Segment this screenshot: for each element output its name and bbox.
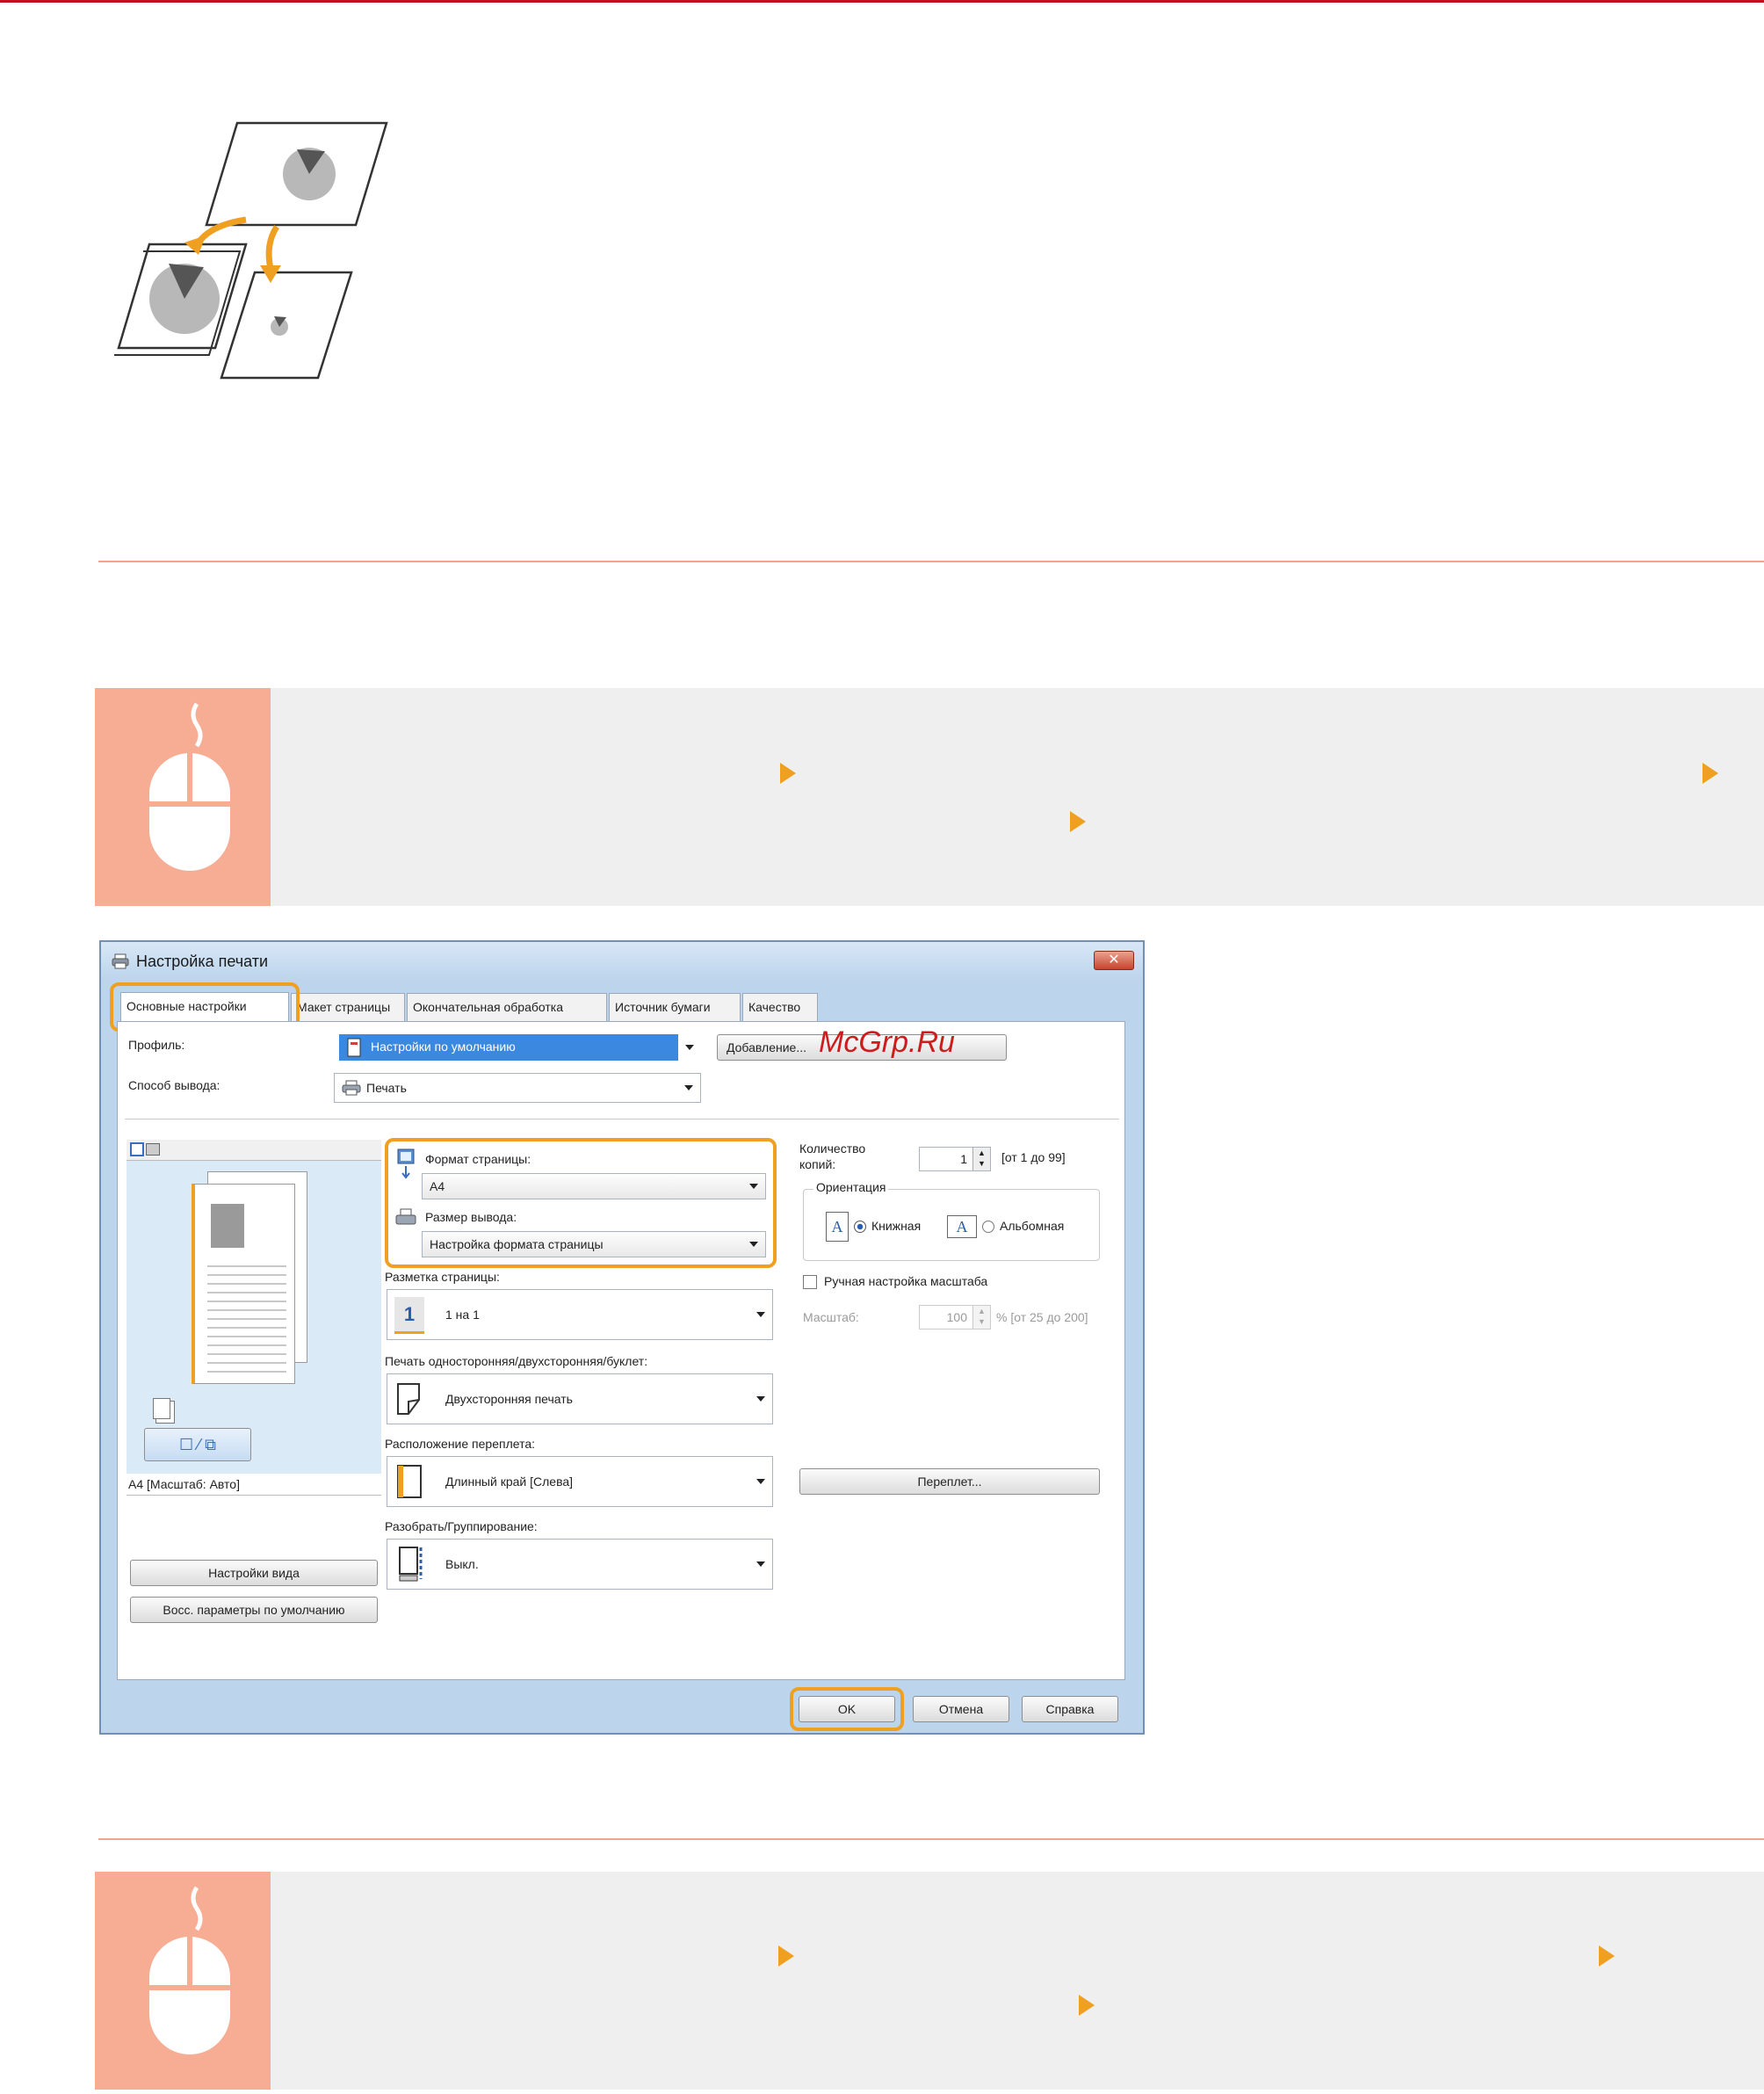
collate-value: Выкл. [445, 1557, 479, 1571]
restore-defaults-button[interactable]: Восс. параметры по умолчанию [130, 1597, 378, 1623]
scale-range: % [от 25 до 200] [996, 1310, 1088, 1324]
scale-value: 100 [946, 1310, 967, 1324]
preview-pane: ☐ ⁄ ⧉ [127, 1140, 381, 1474]
preview-caption-rule [127, 1495, 381, 1496]
profile-select[interactable]: Настройки по умолчанию [339, 1034, 701, 1061]
binding-value: Длинный край [Слева] [445, 1474, 574, 1489]
chevron-down-icon [756, 1396, 765, 1402]
medium-page-icon [112, 243, 248, 356]
portrait-radio[interactable] [854, 1221, 866, 1233]
copies-range: [от 1 до 99] [1001, 1150, 1066, 1164]
portrait-icon: A [826, 1212, 849, 1242]
mouse-icon [149, 1886, 230, 2054]
tab-finishing[interactable]: Окончательная обработка [407, 993, 607, 1021]
duplex-select[interactable]: Двухсторонняя печать [387, 1373, 773, 1424]
profile-icon [347, 1038, 361, 1057]
binding-icon [397, 1465, 422, 1498]
step-arrow-icon [778, 1945, 794, 1967]
output-method-value: Печать [366, 1081, 407, 1095]
view-settings-button[interactable]: Настройки вида [130, 1560, 378, 1586]
portrait-label: Книжная [871, 1219, 922, 1233]
landscape-label: Альбомная [1000, 1219, 1065, 1233]
copies-value: 1 [960, 1152, 967, 1166]
procedure-band [95, 1872, 1764, 2090]
step-arrow-icon [1079, 1995, 1095, 2016]
section-separator [98, 561, 1764, 562]
manual-scale-label: Ручная настройка масштаба [824, 1274, 988, 1288]
copies-label-line2: копий: [799, 1157, 836, 1171]
profile-value: Настройки по умолчанию [371, 1040, 516, 1054]
duplex-icon [397, 1383, 420, 1415]
binding-label: Расположение переплета: [385, 1437, 535, 1451]
basic-settings-panel: Профиль: Настройки по умолчанию Добавлен… [117, 1021, 1125, 1680]
dialog-titlebar: Настройка печати ✕ [101, 942, 1143, 981]
tab-quality[interactable]: Качество [742, 993, 818, 1021]
manual-scale-checkbox[interactable] [803, 1275, 817, 1289]
printer-icon [112, 953, 129, 969]
binding-select[interactable]: Длинный край [Слева] [387, 1456, 773, 1507]
close-button[interactable]: ✕ [1094, 951, 1134, 970]
chevron-down-icon [685, 1045, 694, 1050]
duplex-value: Двухсторонняя печать [445, 1392, 573, 1406]
page-layout-label: Разметка страницы: [385, 1270, 500, 1284]
printer-icon [342, 1080, 361, 1096]
output-method-label: Способ вывода: [128, 1078, 220, 1092]
landscape-radio[interactable] [982, 1221, 994, 1233]
output-method-select[interactable]: Печать [334, 1073, 701, 1103]
top-rule [0, 0, 1764, 3]
ok-highlight [790, 1687, 904, 1731]
collate-select[interactable]: Выкл. [387, 1539, 773, 1590]
scale-label: Масштаб: [803, 1310, 859, 1324]
mouse-icon [149, 702, 230, 871]
large-page-icon [205, 121, 388, 227]
copies-spinner[interactable]: 1 ▲ ▼ [919, 1147, 991, 1171]
profile-label: Профиль: [128, 1038, 185, 1052]
page-layout-value: 1 на 1 [445, 1308, 480, 1322]
chevron-down-icon [756, 1479, 765, 1484]
cancel-button[interactable]: Отмена [913, 1696, 1009, 1722]
dialog-title: Настройка печати [136, 953, 269, 970]
step-arrow-icon [1070, 811, 1086, 832]
copies-stack-icon [153, 1398, 170, 1419]
tab-page-layout[interactable]: Макет страницы [291, 993, 405, 1021]
page-layout-select[interactable]: 1 1 на 1 [387, 1289, 773, 1340]
step-arrow-icon [1599, 1945, 1615, 1967]
tab-paper-source[interactable]: Источник бумаги [609, 993, 741, 1021]
small-page-icon [220, 271, 353, 380]
page-resize-illustration [112, 114, 395, 387]
landscape-icon: A [947, 1215, 977, 1238]
preview-mode-toggle[interactable]: ☐ ⁄ ⧉ [144, 1428, 251, 1461]
page-layout-icon: 1 [394, 1297, 424, 1334]
preview-page [192, 1184, 295, 1384]
step-arrow-icon [780, 763, 796, 784]
collate-icon [399, 1547, 423, 1582]
format-highlight [385, 1138, 777, 1268]
chevron-down-icon [684, 1085, 693, 1090]
page-resize-svg [112, 121, 388, 380]
preview-image-block [211, 1204, 244, 1248]
preview-caption: A4 [Масштаб: Авто] [128, 1477, 240, 1491]
chevron-down-icon [756, 1312, 765, 1317]
spinner-arrows-icon[interactable]: ▲ ▼ [972, 1306, 990, 1329]
duplex-label: Печать односторонняя/двухсторонняя/букле… [385, 1354, 648, 1368]
preview-text-lines [207, 1258, 286, 1373]
preview-layout-icon[interactable] [130, 1142, 144, 1156]
collate-label: Разобрать/Группирование: [385, 1519, 538, 1533]
copies-label-line1: Количество [799, 1141, 866, 1156]
chevron-down-icon [756, 1561, 765, 1567]
preview-printer-icon[interactable] [146, 1143, 160, 1156]
orientation-label: Ориентация [813, 1180, 889, 1194]
procedure-band [95, 688, 1764, 906]
preview-toolbar [127, 1140, 381, 1161]
watermark: McGrp.Ru [819, 1025, 955, 1059]
scale-spinner[interactable]: 100 ▲ ▼ [919, 1305, 991, 1330]
help-button[interactable]: Справка [1022, 1696, 1118, 1722]
binding-button[interactable]: Переплет... [799, 1468, 1100, 1495]
mouse-icon-box [95, 1872, 271, 2090]
step-arrow-icon [1703, 763, 1718, 784]
spinner-arrows-icon[interactable]: ▲ ▼ [972, 1148, 990, 1170]
section-separator [98, 1838, 1764, 1840]
mouse-icon-box [95, 688, 271, 906]
print-preferences-dialog: Настройка печати ✕ Основные настройки Ма… [99, 940, 1145, 1735]
